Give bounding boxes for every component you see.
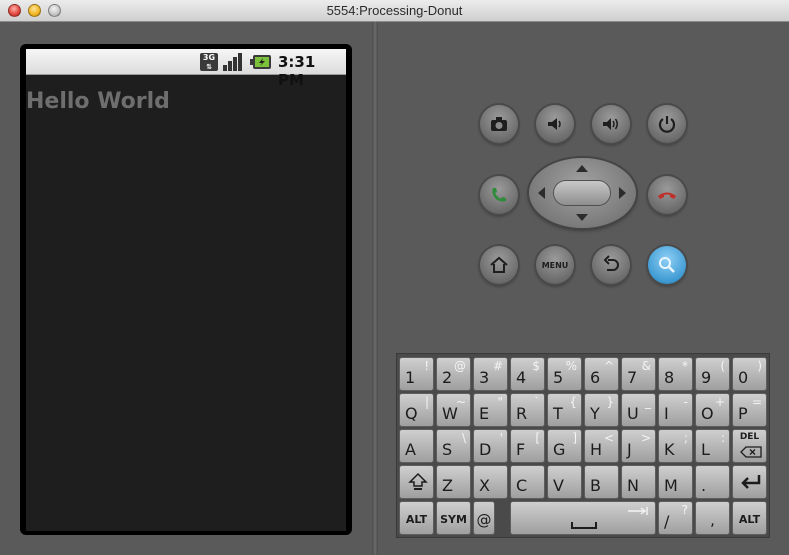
tab-icon: [628, 507, 648, 515]
window-title: 5554:Processing-Donut: [326, 3, 463, 18]
volume-down-icon: [548, 118, 561, 130]
status-clock: 3:31 PM: [278, 53, 316, 89]
key-i[interactable]: I-: [658, 393, 693, 427]
window-titlebar: 5554:Processing-Donut: [0, 0, 789, 22]
key-a[interactable]: A: [399, 429, 434, 463]
key-alt-left[interactable]: ALT: [399, 501, 434, 535]
key-m[interactable]: M: [658, 465, 693, 499]
phone-call-icon: [492, 188, 506, 202]
dpad-center-button[interactable]: [554, 181, 610, 205]
key-q[interactable]: Q |: [399, 393, 434, 427]
key-3[interactable]: 3 #: [473, 357, 508, 391]
dpad-left-arrow-icon[interactable]: [538, 187, 545, 199]
phone-hangup-icon: [658, 192, 676, 199]
volume-up-icon: [603, 118, 618, 130]
power-icon: [658, 116, 676, 133]
app-text: Hello World: [26, 89, 170, 114]
volume-up-button[interactable]: [592, 105, 630, 143]
menu-label: MENU: [541, 260, 569, 270]
key-1[interactable]: 1!: [399, 357, 434, 391]
key-9[interactable]: 9(: [695, 357, 730, 391]
status-bar: 3G ⇅ 3:31 PM: [26, 49, 346, 89]
key-e[interactable]: E ": [473, 393, 508, 427]
key-slash[interactable]: /?: [658, 501, 693, 535]
key-7[interactable]: 7 &: [621, 357, 656, 391]
enter-icon: [741, 475, 761, 489]
network-3g-icon: 3G ⇅: [200, 53, 218, 71]
key-shift[interactable]: [399, 465, 434, 499]
key-at[interactable]: @: [473, 501, 495, 535]
key-h[interactable]: H <: [584, 429, 619, 463]
key-c[interactable]: C: [510, 465, 545, 499]
camera-button[interactable]: [480, 105, 518, 143]
key-y[interactable]: Y}: [584, 393, 619, 427]
dpad-right-arrow-icon[interactable]: [619, 187, 626, 199]
key-4[interactable]: 4 $: [510, 357, 545, 391]
key-sym[interactable]: SYM: [436, 501, 471, 535]
key-del[interactable]: DEL: [732, 429, 767, 463]
key-6[interactable]: 6 ^: [584, 357, 619, 391]
call-button[interactable]: [480, 176, 518, 214]
camera-icon: [491, 117, 507, 131]
power-button[interactable]: [648, 105, 686, 143]
panel-divider: [372, 22, 378, 555]
device-frame: 3G ⇅ 3:31 PM Hello World: [20, 44, 352, 535]
search-button[interactable]: [648, 246, 686, 284]
key-space[interactable]: [510, 501, 656, 535]
key-r[interactable]: R `: [510, 393, 545, 427]
key-b[interactable]: B: [584, 465, 619, 499]
home-icon: [490, 256, 508, 273]
key-5[interactable]: 5%: [547, 357, 582, 391]
menu-button[interactable]: MENU: [536, 246, 574, 284]
key-0[interactable]: 0): [732, 357, 767, 391]
key-k[interactable]: K;: [658, 429, 693, 463]
key-enter[interactable]: [732, 465, 767, 499]
key-u[interactable]: U _: [621, 393, 656, 427]
dpad-up-arrow-icon[interactable]: [576, 165, 588, 172]
search-icon: [659, 257, 675, 273]
key-f[interactable]: F[: [510, 429, 545, 463]
key-t[interactable]: T{: [547, 393, 582, 427]
key-8[interactable]: 8 *: [658, 357, 693, 391]
key-alt-right[interactable]: ALT: [732, 501, 767, 535]
signal-strength-icon: [223, 53, 242, 71]
dpad-down-arrow-icon[interactable]: [576, 214, 588, 221]
space-icon: [571, 522, 597, 529]
key-v[interactable]: V: [547, 465, 582, 499]
key-s[interactable]: S \: [436, 429, 471, 463]
key-d[interactable]: D ': [473, 429, 508, 463]
dpad[interactable]: [529, 158, 636, 228]
key-z[interactable]: Z: [436, 465, 471, 499]
back-button[interactable]: [592, 246, 630, 284]
key-period[interactable]: .: [695, 465, 730, 499]
key-g[interactable]: G]: [547, 429, 582, 463]
key-x[interactable]: X: [473, 465, 508, 499]
key-comma[interactable]: ,: [695, 501, 730, 535]
shift-icon: [408, 472, 428, 490]
key-2[interactable]: 2 @: [436, 357, 471, 391]
key-n[interactable]: N: [621, 465, 656, 499]
key-w[interactable]: W ~: [436, 393, 471, 427]
key-p[interactable]: P =: [732, 393, 767, 427]
end-call-button[interactable]: [648, 176, 686, 214]
device-screen[interactable]: 3G ⇅ 3:31 PM Hello World: [26, 49, 346, 531]
volume-down-button[interactable]: [536, 105, 574, 143]
battery-charging-icon: [250, 55, 271, 69]
key-j[interactable]: J >: [621, 429, 656, 463]
hardware-keyboard: 1! 2 @ 3 # 4 $ 5% 6 ^ 7 & 8 * 9( 0) Q | W ~ E " R…: [396, 353, 770, 538]
back-icon: [603, 255, 619, 271]
key-l[interactable]: L:: [695, 429, 730, 463]
key-o[interactable]: O +: [695, 393, 730, 427]
home-button[interactable]: [480, 246, 518, 284]
backspace-icon: [740, 446, 762, 458]
